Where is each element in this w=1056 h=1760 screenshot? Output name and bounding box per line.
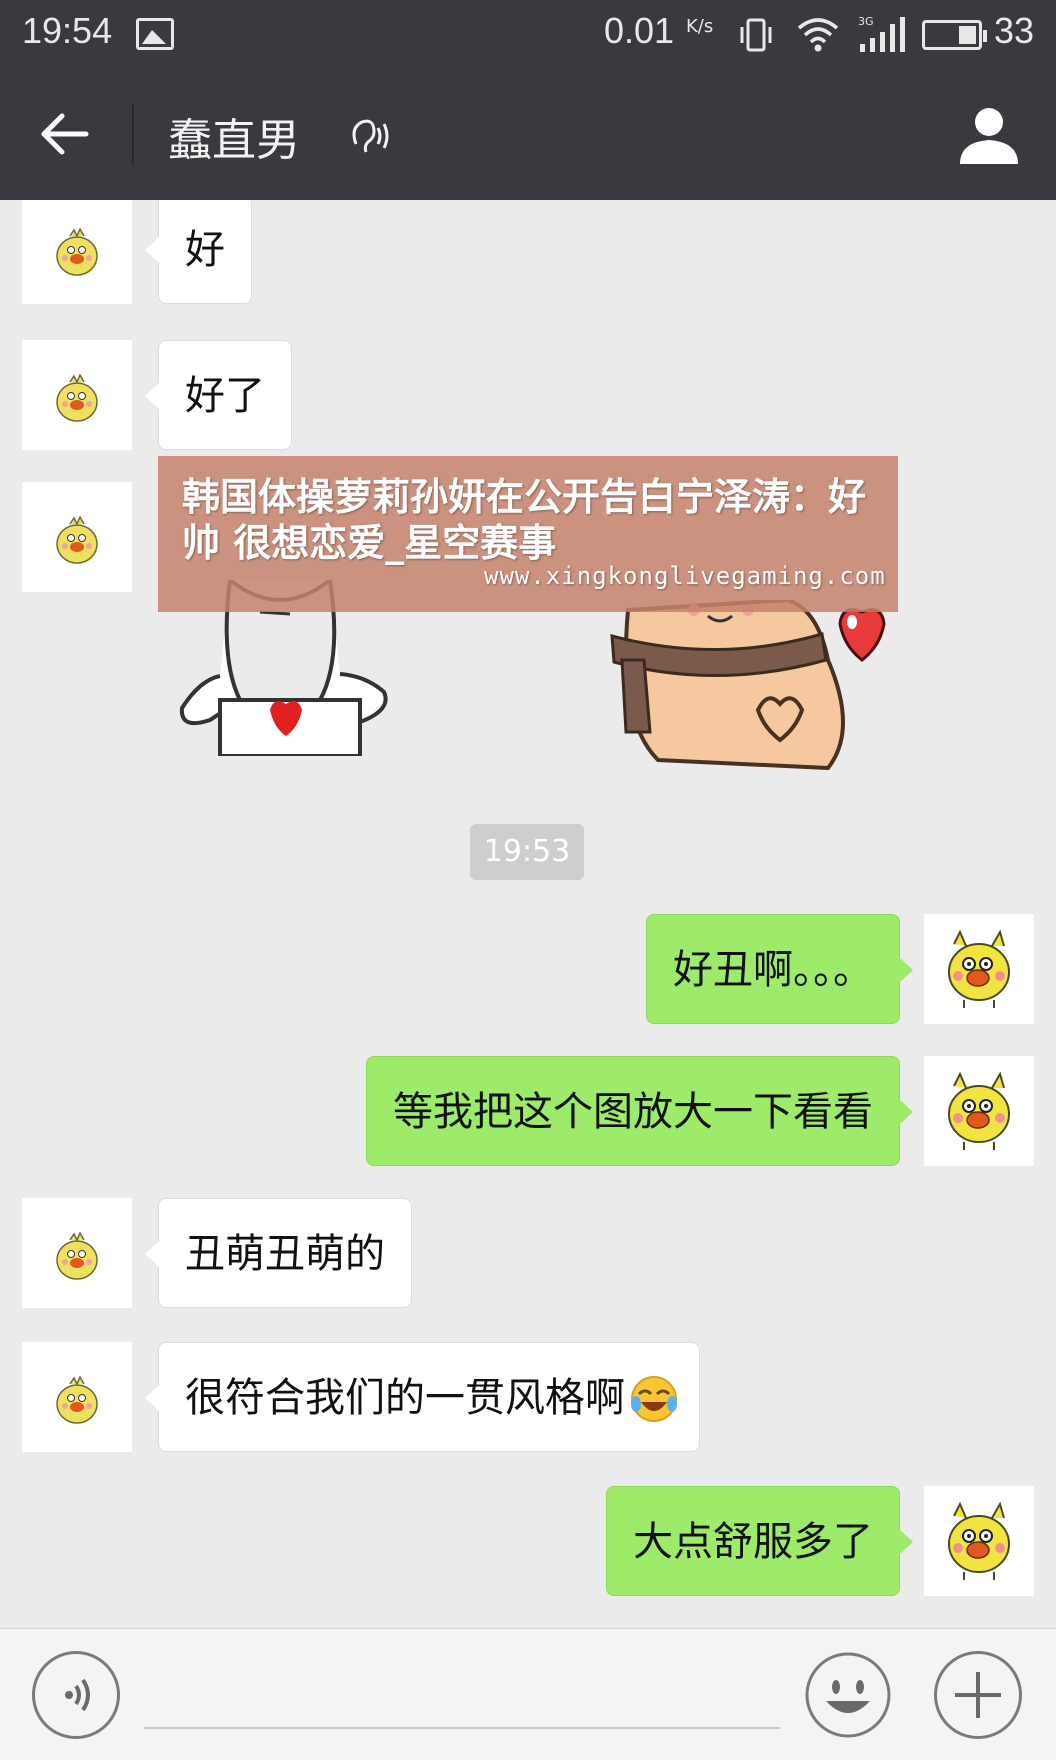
message-timestamp: 19:53	[470, 824, 584, 880]
gallery-icon	[136, 18, 174, 50]
watermark-banner: 韩国体操萝莉孙妍在公开告白宁泽涛：好帅 很想恋爱_星空赛事 www.xingko…	[158, 456, 898, 612]
profile-icon[interactable]	[956, 104, 1022, 166]
status-time: 19:54	[22, 10, 113, 51]
battery-icon	[922, 20, 987, 50]
message-text: 很符合我们的一贯风格啊	[185, 1375, 625, 1421]
svg-text:3G: 3G	[858, 15, 874, 28]
status-bar: 19:54 0.01 K/s 3G 33	[0, 0, 1056, 68]
wifi-icon	[797, 18, 839, 52]
message-bubble-received[interactable]: 好	[145, 200, 252, 304]
watermark-url: www.xingkonglivegaming.com	[484, 562, 886, 590]
header-divider	[132, 104, 134, 166]
input-bar	[0, 1628, 1056, 1760]
sticker-heart-character[interactable]	[610, 600, 886, 770]
voice-icon[interactable]	[32, 1651, 120, 1739]
signal-3g-icon: 3G	[858, 15, 905, 52]
net-speed-unit: K/s	[686, 16, 714, 37]
vibrate-icon	[740, 18, 772, 52]
contact-avatar[interactable]	[22, 200, 132, 304]
my-avatar[interactable]	[924, 1486, 1034, 1596]
message-list[interactable]: 好 好了 韩国体操萝莉孙妍在公开告白宁泽涛：好帅 很想恋爱_星空赛事 www.x…	[0, 200, 1056, 1628]
emoji-icon[interactable]	[804, 1651, 892, 1739]
battery-percent: 33	[994, 10, 1035, 51]
message-bubble-received[interactable]: 好了	[145, 340, 292, 450]
message-bubble-sent[interactable]: 好丑啊。。。	[646, 914, 913, 1024]
my-avatar[interactable]	[924, 914, 1034, 1024]
contact-avatar[interactable]	[22, 1342, 132, 1452]
contact-avatar[interactable]	[22, 482, 132, 592]
earpiece-icon	[352, 119, 389, 153]
message-bubble-sent[interactable]: 等我把这个图放大一下看看	[366, 1056, 913, 1166]
watermark-title: 韩国体操萝莉孙妍在公开告白宁泽涛：好帅 很想恋爱_星空赛事	[182, 475, 867, 565]
net-speed: 0.01	[604, 10, 675, 51]
contact-avatar[interactable]	[22, 1198, 132, 1308]
my-avatar[interactable]	[924, 1056, 1034, 1166]
laugh-cry-emoji	[631, 1376, 677, 1422]
back-arrow-icon[interactable]	[38, 108, 90, 160]
chat-header: 蠢直男	[0, 68, 1056, 200]
contact-avatar[interactable]	[22, 340, 132, 450]
chat-title: 蠢直男	[168, 115, 300, 166]
message-bubble-received[interactable]: 很符合我们的一贯风格啊	[145, 1342, 700, 1452]
message-input[interactable]	[144, 1665, 780, 1729]
message-bubble-sent[interactable]: 大点舒服多了	[606, 1486, 913, 1596]
message-bubble-received[interactable]: 丑萌丑萌的	[145, 1198, 412, 1308]
plus-icon[interactable]	[934, 1651, 1022, 1739]
